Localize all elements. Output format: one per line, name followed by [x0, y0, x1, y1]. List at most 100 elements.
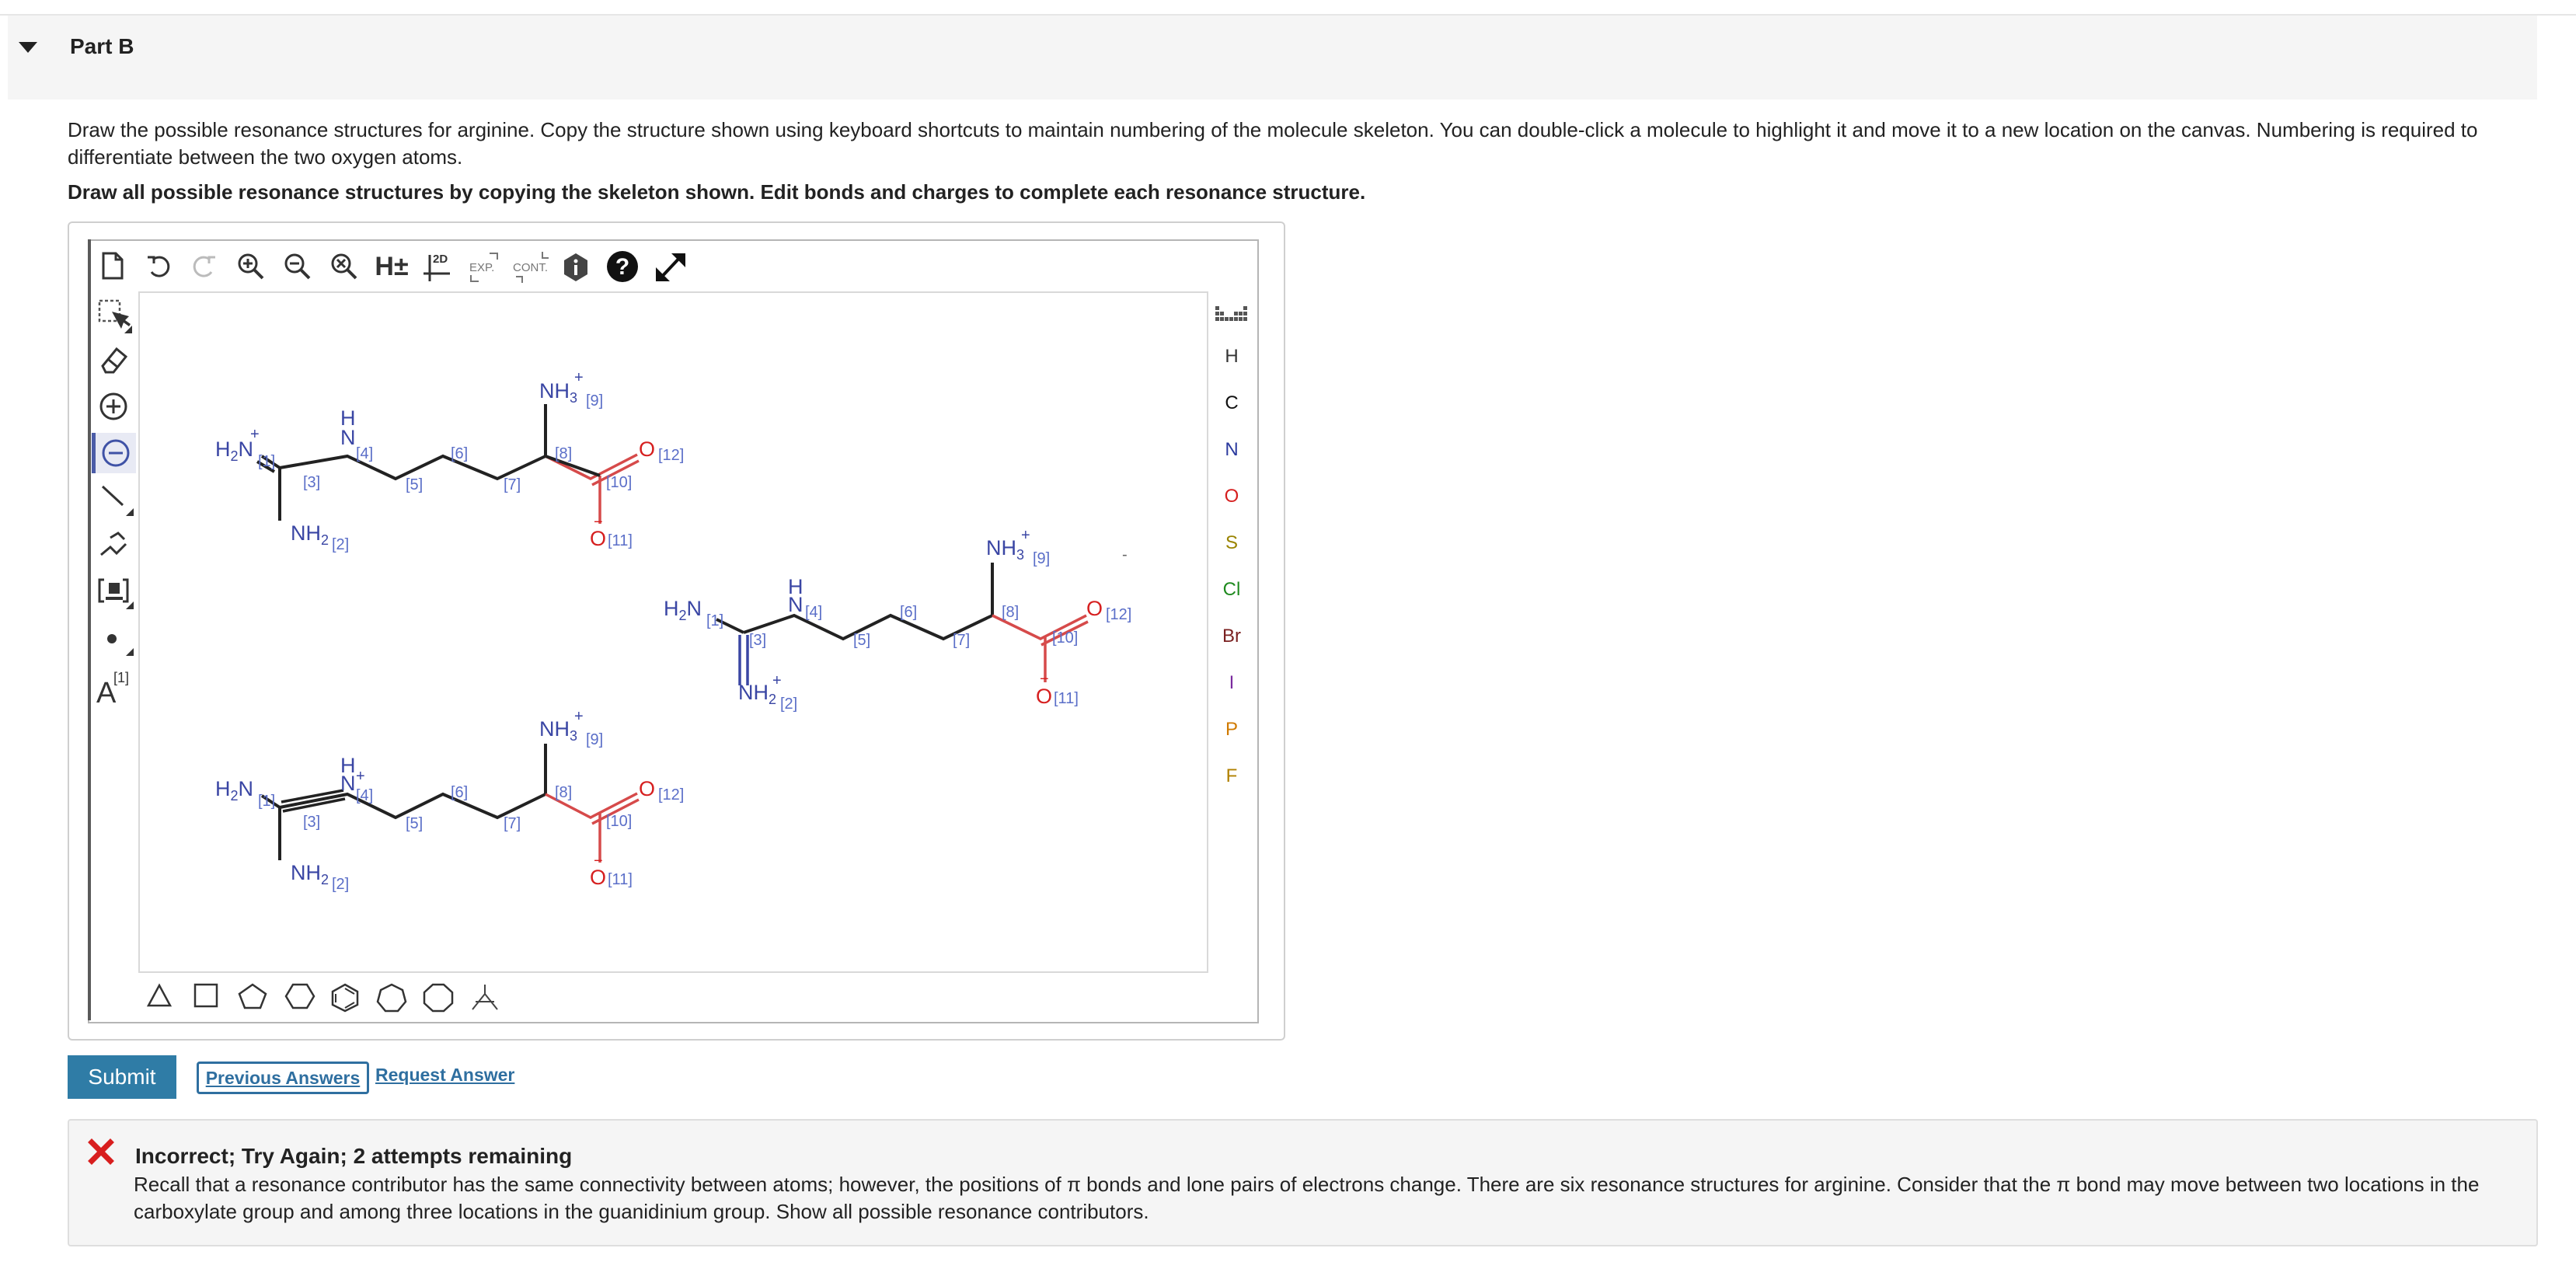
previous-answers-button[interactable]: Previous Answers [197, 1062, 369, 1094]
mol3-label-7: [7] [504, 815, 521, 832]
part-title: Part B [70, 34, 134, 58]
hydrogen-toggle-button[interactable]: H± [373, 252, 410, 281]
mol2-label-8: [8] [1002, 604, 1019, 621]
instructions-text: Draw the possible resonance structures f… [68, 118, 2478, 169]
mol1-label-1: [1] [258, 453, 275, 470]
mol3-label-12: [12] [658, 786, 684, 804]
caret-down-icon[interactable] [19, 42, 37, 53]
mol3-h2n-text: H2N [215, 777, 253, 804]
mol1-label-10: [10] [606, 474, 632, 491]
negative-charge-icon[interactable] [92, 433, 136, 473]
element-p[interactable]: P [1216, 719, 1247, 741]
undo-icon[interactable] [145, 253, 173, 281]
svg-text:-: - [1122, 546, 1128, 563]
mol3-label-1: [1] [258, 793, 275, 810]
element-o[interactable]: O [1216, 486, 1247, 507]
info-icon[interactable] [561, 251, 591, 284]
eraser-icon[interactable] [98, 344, 131, 375]
exp-label: EXP. [469, 261, 494, 274]
mol3-label-8: [8] [555, 784, 572, 801]
benzene-ring-tool[interactable] [331, 983, 359, 1016]
pentagon-ring-tool[interactable] [238, 983, 267, 1013]
contract-group-button[interactable]: CONT. [511, 250, 553, 284]
mol3-label-10: [10] [606, 813, 632, 830]
mol2-nh2-text: NH2 [738, 681, 776, 707]
atom-dot-tool[interactable] [98, 623, 135, 657]
mol2-label-3: [3] [749, 632, 766, 649]
cont-label: CONT. [513, 261, 548, 274]
mol1-label-6: [6] [451, 445, 468, 462]
mol3-label-6: [6] [451, 784, 468, 801]
mol1-label-7: [7] [504, 476, 521, 493]
hexagon-ring-tool[interactable] [284, 983, 315, 1013]
element-br[interactable]: Br [1216, 626, 1247, 647]
expand-group-button[interactable]: EXP. [466, 250, 502, 284]
element-n[interactable]: N [1216, 439, 1247, 461]
mol3-minus-11: − [594, 852, 603, 870]
mol2-plus-9: + [1021, 527, 1030, 544]
atom-label-index: [1] [113, 670, 129, 685]
square-ring-tool[interactable] [193, 983, 219, 1012]
mol3-label-2: [2] [332, 876, 349, 893]
mol1-minus-11: − [594, 514, 603, 531]
mol1-plus-9: + [574, 369, 584, 386]
mol2-o11: O [1036, 685, 1052, 708]
octagon-ring-tool[interactable] [423, 983, 454, 1016]
mol2-plus-2: + [772, 672, 782, 689]
element-s[interactable]: S [1216, 532, 1247, 554]
drawing-canvas[interactable]: H2N + [1] N H [4] [3] [5] [6] [7] [8] [1… [138, 291, 1208, 973]
part-header[interactable] [8, 16, 2537, 99]
mol1-h2n-text: H2N [215, 438, 253, 464]
element-i[interactable]: I [1216, 672, 1247, 694]
zoom-in-icon[interactable] [235, 251, 267, 282]
mol1-label-4: [4] [356, 445, 373, 462]
cyclohexane-chair-tool[interactable] [469, 983, 500, 1016]
element-cl[interactable]: Cl [1216, 579, 1247, 601]
mol2-label-2: [2] [780, 696, 797, 713]
positive-charge-icon[interactable] [98, 391, 129, 422]
mol2-h4: H [788, 575, 803, 598]
mol2-label-10: [10] [1052, 629, 1078, 647]
atom-label-tool[interactable]: A [1] [93, 667, 137, 706]
selection-tool[interactable] [98, 299, 132, 335]
mol2-label-1: [1] [706, 612, 723, 629]
mol1-h4: H [340, 406, 356, 430]
chain-tool-icon[interactable] [98, 528, 131, 560]
element-f[interactable]: F [1216, 765, 1247, 787]
submit-button[interactable]: Submit [68, 1055, 176, 1099]
molecule-structure-1[interactable]: H2N + [1] N H [4] [3] [5] [6] [7] [8] [1… [215, 369, 684, 553]
template-tool-icon[interactable] [96, 575, 134, 611]
molecule-structure-3[interactable]: H2N [1] N H + [4] [3] [5] [6] [7] [8] [1… [215, 708, 684, 893]
mol1-label-3: [3] [303, 474, 320, 491]
fullscreen-icon[interactable] [653, 250, 688, 284]
mol1-o12: O [639, 438, 655, 461]
mol1-label-9: [9] [586, 392, 603, 410]
mol2-label-9: [9] [1033, 550, 1050, 567]
help-icon[interactable]: ? [606, 250, 639, 283]
mol3-label-9: [9] [586, 731, 603, 748]
single-bond-tool[interactable] [98, 482, 135, 518]
twod-label: 2D [433, 253, 448, 266]
mol3-nh3-text: NH3 [539, 717, 577, 744]
redo-icon[interactable] [190, 253, 218, 281]
element-c[interactable]: C [1216, 392, 1247, 414]
mol1-label-2: [2] [332, 536, 349, 553]
molecule-structure-2[interactable]: H2N [1] N H [4] [3] [5] [6] [7] [8] [10]… [664, 527, 1131, 713]
mol2-nh3-text: NH3 [986, 536, 1024, 563]
mol1-label-11: [11] [608, 532, 633, 549]
mol3-plus-4: + [356, 768, 365, 785]
zoom-out-icon[interactable] [282, 251, 313, 282]
periodic-table-icon[interactable] [1214, 303, 1250, 325]
request-answer-link[interactable]: Request Answer [375, 1065, 514, 1086]
element-h[interactable]: H [1216, 346, 1247, 368]
heptagon-ring-tool[interactable] [376, 983, 407, 1016]
mol3-o12: O [639, 777, 655, 800]
mol1-label-8: [8] [555, 445, 572, 462]
mol1-plus-1: + [250, 426, 260, 443]
new-document-icon[interactable] [99, 250, 126, 281]
triangle-ring-tool[interactable] [146, 983, 173, 1012]
mol3-label-5: [5] [406, 815, 423, 832]
zoom-reset-icon[interactable] [329, 251, 360, 282]
clean-2d-icon[interactable]: 2D [422, 250, 453, 284]
mol1-nh3-text: NH3 [539, 379, 577, 406]
